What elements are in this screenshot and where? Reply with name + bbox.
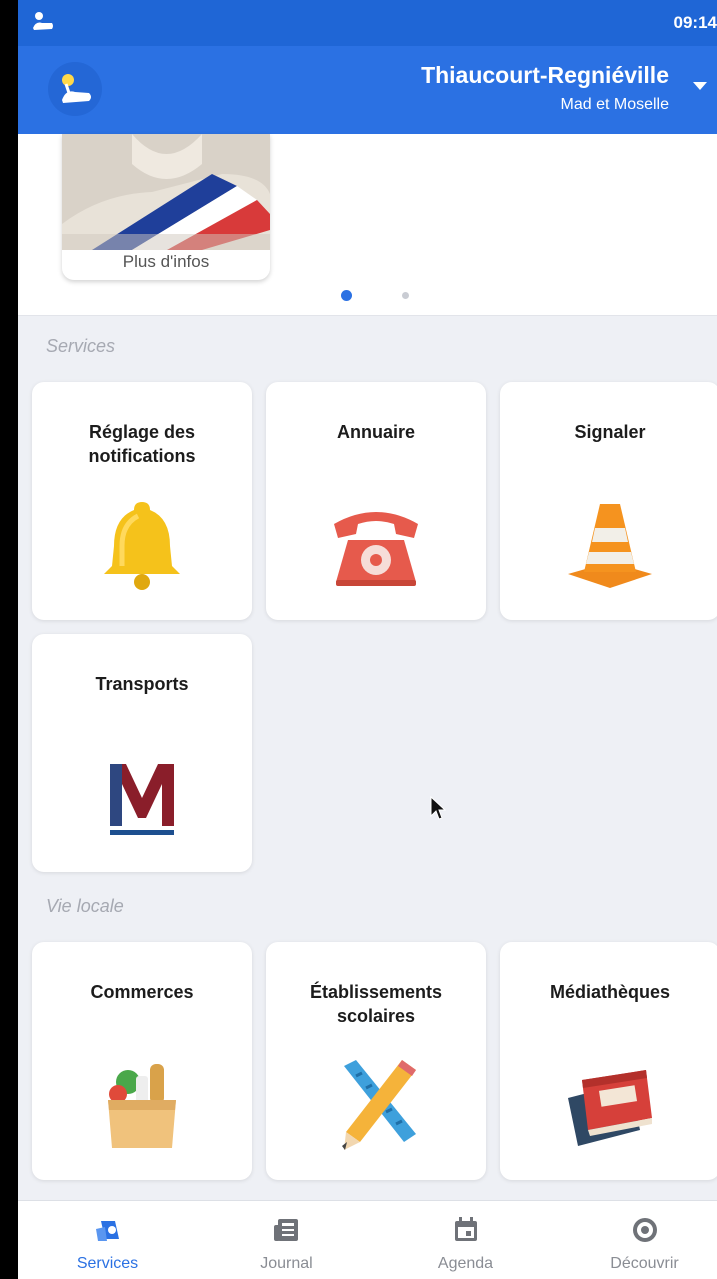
region-name: Mad et Moselle [560, 96, 670, 113]
nav-services[interactable]: Services [20, 1201, 195, 1279]
carousel-dot[interactable] [402, 292, 409, 299]
app-screen: 09:14 Thiaucourt-Regniéville Mad et Mose… [18, 0, 717, 1279]
nav-decouvrir[interactable]: Découvrir [557, 1201, 717, 1279]
app-logo-icon[interactable] [46, 60, 104, 118]
tile-notifications[interactable]: Réglage des notifications [32, 382, 252, 620]
nav-label: Services [76, 1255, 139, 1272]
mayor-sash-image [62, 134, 270, 250]
tile-transports[interactable]: Transports [32, 634, 252, 872]
bottom-navigation: Services Journal Agenda Découvrir [18, 1200, 717, 1279]
more-info-link[interactable]: Plus d'infos [62, 252, 270, 272]
traffic-cone-icon [568, 504, 652, 588]
compass-icon [632, 1218, 657, 1242]
nav-journal[interactable]: Journal [199, 1201, 374, 1279]
status-bar: 09:14 [18, 0, 717, 46]
news-carousel: Plus d'infos [18, 134, 717, 316]
tile-label: Réglage des notifications [88, 422, 196, 466]
transport-m-logo [104, 754, 180, 838]
section-title-services: Services [46, 336, 116, 356]
grocery-bag-icon [108, 1064, 176, 1148]
nav-label: Découvrir [610, 1255, 679, 1272]
nav-agenda[interactable]: Agenda [378, 1201, 553, 1279]
books-icon [568, 1070, 652, 1146]
ruler-pencil-icon [342, 1060, 416, 1150]
tile-label: Annuaire [336, 422, 415, 442]
calendar-icon [454, 1217, 477, 1241]
app-bar: Thiaucourt-Regniéville Mad et Moselle [18, 46, 717, 134]
bell-icon [104, 502, 180, 590]
services-icon [95, 1221, 119, 1241]
section-title-vie-locale: Vie locale [46, 896, 124, 916]
tile-label: Signaler [574, 422, 646, 442]
carousel-card[interactable]: Plus d'infos [62, 134, 270, 280]
nav-label: Journal [260, 1255, 313, 1272]
nav-label: Agenda [437, 1255, 494, 1272]
tile-commerces[interactable]: Commerces [32, 942, 252, 1180]
tile-label: Établissements scolaires [309, 982, 443, 1026]
app-notification-icon [33, 12, 53, 30]
tile-label: Transports [95, 674, 189, 694]
chevron-down-icon[interactable] [693, 82, 707, 90]
tile-label: Médiathèques [549, 982, 671, 1002]
city-name[interactable]: Thiaucourt-Regniéville [421, 62, 669, 89]
tile-signaler[interactable]: Signaler [500, 382, 717, 620]
mouse-cursor-icon [430, 796, 446, 820]
tile-annuaire[interactable]: Annuaire [266, 382, 486, 620]
telephone-icon [334, 512, 418, 586]
tile-label: Commerces [90, 982, 194, 1002]
status-time: 09:14 [673, 13, 717, 32]
tile-etablissements-scolaires[interactable]: Établissements scolaires [266, 942, 486, 1180]
carousel-dot-active[interactable] [341, 290, 352, 301]
tile-mediatheques[interactable]: Médiathèques [500, 942, 717, 1180]
newspaper-icon [273, 1219, 298, 1241]
